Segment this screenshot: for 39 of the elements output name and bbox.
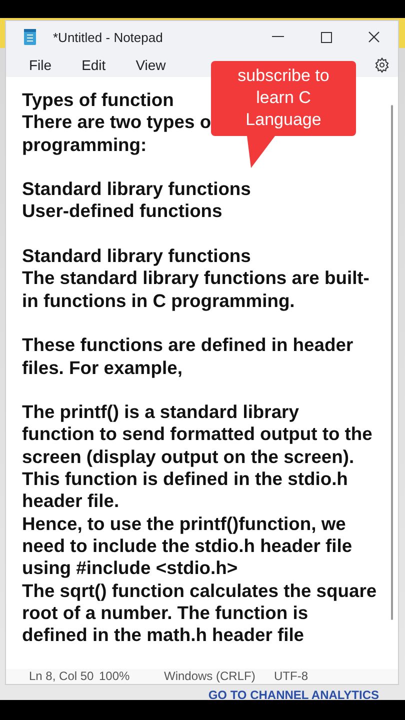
scrollbar[interactable] bbox=[391, 105, 393, 620]
text-line: defined in the math.h header file bbox=[22, 624, 304, 646]
channel-analytics-link[interactable]: GO TO CHANNEL ANALYTICS bbox=[208, 688, 379, 702]
text-line: files. For example, bbox=[22, 356, 182, 379]
menu-item[interactable]: Edit bbox=[72, 53, 115, 77]
status-item: Ln 8, Col 50 bbox=[29, 669, 95, 684]
text-line: function to send formatted output to the bbox=[22, 423, 372, 446]
text-line: The standard library functions are built- bbox=[22, 267, 370, 290]
text-line: root of a number. The function is bbox=[22, 602, 308, 624]
callout-text: Language bbox=[246, 109, 322, 131]
window-title: *Untitled - Notepad bbox=[53, 30, 164, 44]
minimize-icon bbox=[272, 36, 284, 38]
close-icon bbox=[368, 31, 380, 43]
settings-icon bbox=[374, 57, 390, 73]
text-line: need to include the stdio.h header file bbox=[22, 534, 352, 558]
callout-text: learn C bbox=[256, 87, 311, 109]
text-line: in functions in C programming. bbox=[22, 290, 295, 312]
text-line: The sqrt() function calculates the square bbox=[22, 580, 377, 602]
maximize-icon bbox=[320, 32, 332, 42]
text-line: programming: bbox=[22, 134, 147, 156]
text-line: User-defined functions bbox=[22, 200, 222, 223]
text-line: This function is defined in the stdio.h bbox=[22, 468, 348, 490]
text-line: There are two types o bbox=[22, 111, 212, 134]
text-line: Standard library functions bbox=[22, 178, 251, 200]
menu-item[interactable]: File bbox=[20, 53, 61, 77]
text-line: using #include <stdio.h> bbox=[22, 557, 238, 580]
text-line: header file. bbox=[22, 490, 120, 513]
text-line: These functions are defined in header bbox=[22, 334, 354, 357]
text-line: The printf() is a standard library bbox=[22, 401, 299, 424]
text-line: Standard library functions bbox=[22, 245, 251, 268]
status-item: 100% bbox=[99, 669, 131, 684]
notepad-icon bbox=[24, 29, 36, 45]
text-line: Hence, to use the printf()function, we bbox=[22, 512, 346, 535]
text-line: screen (display output on the screen). bbox=[22, 446, 354, 468]
status-item: UTF-8 bbox=[274, 669, 309, 684]
menu-item[interactable]: View bbox=[126, 53, 175, 77]
status-item: Windows (CRLF) bbox=[164, 669, 256, 684]
text-line: Types of function bbox=[22, 89, 174, 112]
callout-text: subscribe to bbox=[238, 65, 330, 87]
